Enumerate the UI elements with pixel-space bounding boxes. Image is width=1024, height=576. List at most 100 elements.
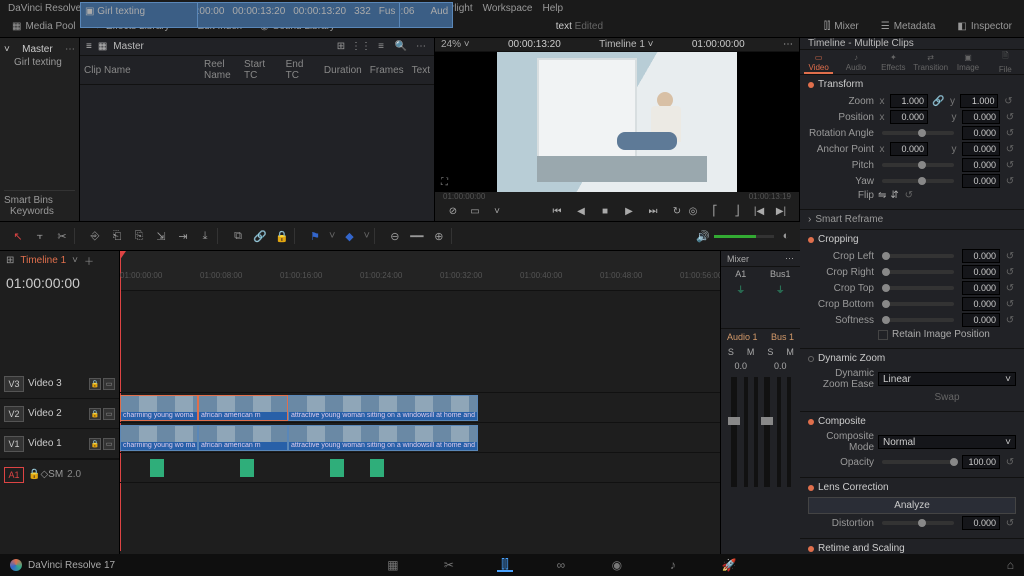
- ripple-tool[interactable]: ⇥: [175, 228, 191, 244]
- timeline-menu-icon[interactable]: ⊞: [6, 255, 14, 266]
- distortion-field[interactable]: 0.000: [962, 516, 1000, 530]
- bin-master[interactable]: ˅ Master⋯: [4, 42, 75, 57]
- loop-button[interactable]: ↻: [669, 203, 685, 219]
- swap-button[interactable]: Swap: [878, 392, 1016, 403]
- timeline-clip[interactable]: african american m: [198, 395, 288, 421]
- last-frame-button[interactable]: ⏭: [645, 203, 661, 219]
- list-view-icon[interactable]: ≡: [86, 41, 92, 52]
- stop-button[interactable]: ■: [597, 203, 613, 219]
- reset-icon[interactable]: ↺: [1004, 128, 1016, 139]
- col-text[interactable]: Text: [408, 56, 434, 85]
- track-v2[interactable]: charming young womaafrican american matt…: [120, 393, 720, 423]
- dropdown-icon[interactable]: ˅: [489, 203, 505, 219]
- fusion-page[interactable]: ∞: [553, 558, 569, 572]
- zoom-out-icon[interactable]: ⊖: [387, 228, 403, 244]
- viewer-zoom[interactable]: 24% ˅: [441, 39, 470, 50]
- play-reverse-button[interactable]: ◀: [573, 203, 589, 219]
- append-tool[interactable]: ⤓: [197, 228, 213, 244]
- section-title[interactable]: Transform: [818, 79, 863, 90]
- rotation-slider[interactable]: [882, 131, 954, 135]
- section-title[interactable]: Retime and Scaling: [818, 543, 905, 554]
- timeline-clip[interactable]: charming young woma: [120, 395, 198, 421]
- viewer-title[interactable]: Timeline 1 ˅: [599, 39, 653, 50]
- pitch-slider[interactable]: [882, 163, 954, 167]
- insert-tool[interactable]: ⎆: [87, 228, 103, 244]
- tab-audio[interactable]: ♪Audio: [837, 50, 874, 74]
- audio-clip[interactable]: [150, 459, 164, 477]
- mute-icon[interactable]: M: [55, 469, 63, 480]
- zoom-in-icon[interactable]: ⊕: [431, 228, 447, 244]
- flip-h-icon[interactable]: ⇋: [878, 190, 886, 201]
- replace-tool[interactable]: ⎘: [131, 228, 147, 244]
- reset-icon[interactable]: ↺: [1004, 299, 1016, 310]
- reset-icon[interactable]: ↺: [1004, 457, 1016, 468]
- deliver-page[interactable]: 🚀: [721, 558, 737, 572]
- section-title[interactable]: Lens Correction: [818, 482, 889, 493]
- flip-v-icon[interactable]: ⇵: [890, 190, 898, 201]
- col-dur[interactable]: Duration: [320, 56, 366, 85]
- goto-out-icon[interactable]: ▶|: [773, 203, 789, 219]
- reset-icon[interactable]: ↺: [1004, 251, 1016, 262]
- metadata-toggle[interactable]: ☰ Metadata: [875, 19, 942, 34]
- reset-icon[interactable]: ↺: [1004, 160, 1016, 171]
- fairlight-page[interactable]: ♪: [665, 558, 681, 572]
- lock-icon[interactable]: 🔒: [89, 438, 101, 450]
- analyze-button[interactable]: Analyze: [808, 497, 1016, 514]
- col-start[interactable]: Start TC: [240, 56, 282, 85]
- timeline-clip[interactable]: attractive young woman sitting on a wind…: [288, 395, 478, 421]
- distortion-slider[interactable]: [882, 521, 954, 525]
- thumb-view-icon[interactable]: ▦: [98, 41, 107, 52]
- media-pool-toggle[interactable]: ▦ Media Pool: [6, 19, 81, 34]
- crop-right-slider[interactable]: [882, 270, 954, 274]
- pos-x-field[interactable]: 0.000: [890, 110, 928, 124]
- menu-item[interactable]: Help: [542, 3, 563, 14]
- ease-select[interactable]: Linear˅: [878, 372, 1016, 386]
- menu-item[interactable]: DaVinci Resolve: [8, 3, 81, 14]
- audio-track-header[interactable]: A1 🔒◇SM 2.0: [0, 459, 119, 489]
- tab-transition[interactable]: ⇄Transition: [912, 50, 949, 74]
- reset-icon[interactable]: ↺: [1004, 112, 1016, 123]
- opacity-field[interactable]: 100.00: [962, 455, 1000, 469]
- pos-y-field[interactable]: 0.000: [962, 110, 1000, 124]
- col-end[interactable]: End TC: [282, 56, 320, 85]
- timeline-clip[interactable]: charming young wo ma: [120, 425, 198, 451]
- tab-image[interactable]: ▣Image: [949, 50, 986, 74]
- crop-right-field[interactable]: 0.000: [962, 265, 1000, 279]
- section-title[interactable]: Cropping: [818, 234, 859, 245]
- mark-in-icon[interactable]: ⎡: [707, 203, 723, 219]
- search-icon[interactable]: 🔍: [394, 40, 408, 54]
- fit-tool[interactable]: ⇲: [153, 228, 169, 244]
- volume-icon[interactable]: 🔊: [696, 230, 710, 243]
- anchor-y-field[interactable]: 0.000: [962, 142, 1000, 156]
- softness-slider[interactable]: [882, 318, 954, 322]
- zoom-y-field[interactable]: 1.000: [960, 94, 998, 108]
- lock-icon[interactable]: 🔒: [89, 378, 101, 390]
- reset-icon[interactable]: ↺: [1004, 283, 1016, 294]
- viewer-canvas[interactable]: ⛶: [435, 52, 799, 192]
- mute-button[interactable]: M: [741, 347, 761, 357]
- mixer-toggle[interactable]: ⫿⫿ Mixer: [818, 19, 865, 34]
- solo-button[interactable]: S: [721, 347, 741, 357]
- disable-icon[interactable]: ▭: [103, 378, 115, 390]
- crop-top-field[interactable]: 0.000: [962, 281, 1000, 295]
- curve-icon[interactable]: ◇: [40, 469, 48, 480]
- fader[interactable]: [731, 377, 737, 487]
- crop-top-slider[interactable]: [882, 286, 954, 290]
- col-frames[interactable]: Frames: [366, 56, 408, 85]
- yaw-slider[interactable]: [882, 179, 954, 183]
- overlay-icon[interactable]: ▭: [467, 203, 483, 219]
- view-mode-icon[interactable]: ⊞: [334, 40, 348, 54]
- smart-reframe-section[interactable]: › Smart Reframe: [800, 210, 1024, 230]
- reset-icon[interactable]: ↺: [1004, 518, 1016, 529]
- softness-field[interactable]: 0.000: [962, 313, 1000, 327]
- lock-toggle[interactable]: 🔒: [274, 228, 290, 244]
- timeline-canvas[interactable]: 01:00:00:0001:00:08:0001:00:16:0001:00:2…: [120, 251, 720, 558]
- mark-out-icon[interactable]: ⎦: [729, 203, 745, 219]
- crop-left-field[interactable]: 0.000: [962, 249, 1000, 263]
- goto-in-icon[interactable]: |◀: [751, 203, 767, 219]
- reset-icon[interactable]: ↺: [1004, 315, 1016, 326]
- dim-icon[interactable]: ◐: [778, 228, 794, 244]
- reset-icon[interactable]: ↺: [1002, 96, 1014, 107]
- anchor-x-field[interactable]: 0.000: [890, 142, 928, 156]
- crop-bottom-field[interactable]: 0.000: [962, 297, 1000, 311]
